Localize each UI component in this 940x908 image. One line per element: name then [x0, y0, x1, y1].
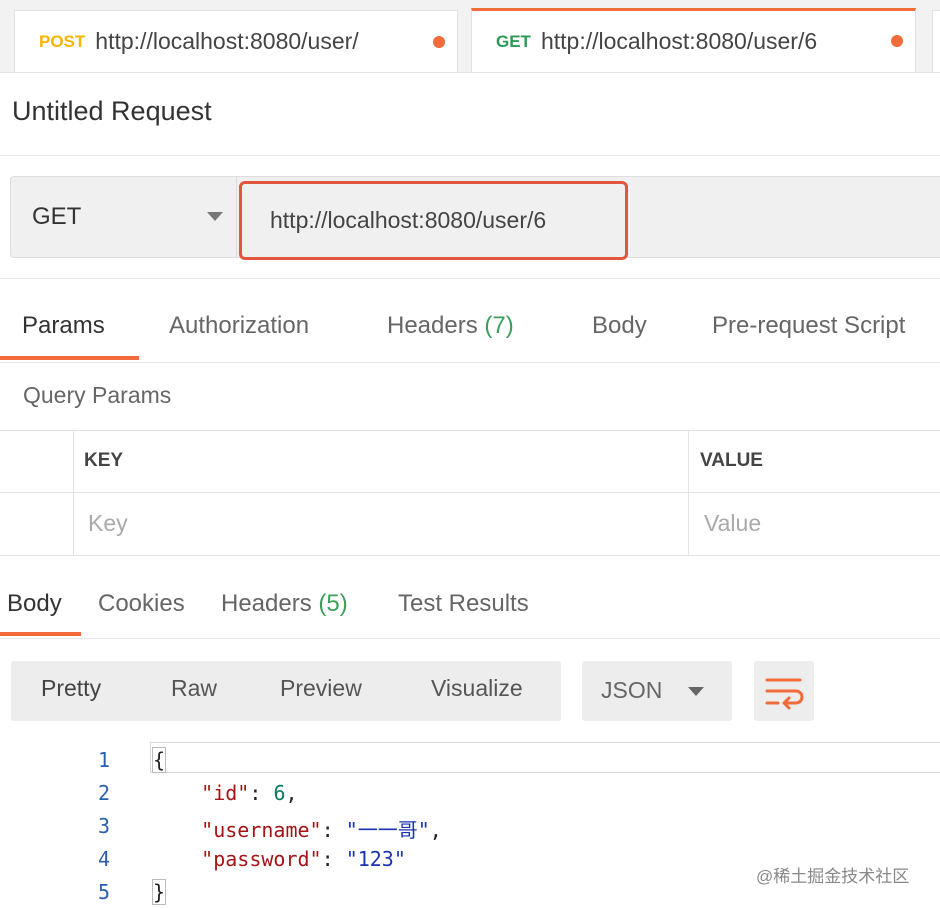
- request-tab-post[interactable]: POST http://localhost:8080/user/: [14, 10, 458, 72]
- request-tab-partial[interactable]: [932, 10, 940, 72]
- unsaved-dot-icon: [433, 36, 445, 48]
- tab-response-headers[interactable]: Headers (5): [221, 590, 348, 618]
- method-select[interactable]: GET: [10, 176, 236, 258]
- request-title[interactable]: Untitled Request: [12, 96, 212, 127]
- divider: [688, 430, 689, 556]
- key-column-header: KEY: [84, 450, 124, 471]
- active-tab-underline: [0, 632, 81, 636]
- method-select-label: GET: [32, 203, 82, 230]
- method-badge-get: GET: [496, 31, 531, 51]
- json-key: "id": [201, 781, 250, 805]
- response-headers-count: (5): [318, 590, 348, 617]
- line-number: 3: [97, 814, 110, 838]
- pretty-button[interactable]: Pretty: [41, 675, 101, 702]
- divider: [0, 430, 940, 431]
- view-mode-group: Pretty Raw Preview Visualize: [11, 661, 561, 721]
- tab-params[interactable]: Params: [22, 312, 105, 340]
- wrap-lines-icon: [765, 678, 804, 710]
- headers-count: (7): [484, 312, 514, 339]
- json-key: "password": [201, 847, 322, 871]
- query-params-table: KEY VALUE Key Value: [0, 430, 940, 556]
- code-text: "username": "一一哥",: [201, 818, 442, 842]
- tab-headers-label: Headers: [387, 312, 478, 339]
- close-brace: }: [151, 879, 167, 905]
- tab-test-results[interactable]: Test Results: [398, 590, 529, 618]
- format-select[interactable]: JSON: [582, 661, 732, 721]
- divider: [0, 638, 940, 639]
- tab-pre-request-script[interactable]: Pre-request Script: [712, 312, 905, 340]
- tab-response-headers-label: Headers: [221, 590, 312, 617]
- divider: [0, 492, 940, 493]
- request-tab-get[interactable]: GET http://localhost:8080/user/6: [471, 8, 916, 72]
- line-number: 4: [97, 847, 110, 871]
- json-key: "username": [201, 818, 322, 842]
- tab-authorization[interactable]: Authorization: [169, 312, 309, 340]
- visualize-button[interactable]: Visualize: [431, 675, 523, 702]
- method-badge-post: POST: [39, 31, 86, 51]
- format-select-label: JSON: [601, 677, 663, 703]
- code-text: "password": "123": [201, 847, 406, 871]
- line-number: 2: [97, 781, 110, 805]
- tab-headers[interactable]: Headers (7): [387, 312, 514, 340]
- current-line-highlight: [150, 742, 940, 773]
- code-text: {: [151, 747, 167, 773]
- code-text: }: [151, 879, 167, 905]
- divider: [0, 278, 940, 279]
- chevron-down-icon: [207, 212, 223, 221]
- code-line: 2 "id": 6,: [0, 775, 940, 808]
- tab-response-body[interactable]: Body: [7, 590, 62, 618]
- tab-body[interactable]: Body: [592, 312, 647, 340]
- raw-button[interactable]: Raw: [171, 675, 217, 702]
- preview-button[interactable]: Preview: [280, 675, 362, 702]
- active-tab-underline: [0, 356, 139, 360]
- watermark: @稀土掘金技术社区: [756, 867, 910, 886]
- json-value: "123": [345, 847, 406, 871]
- line-number: 5: [97, 880, 110, 904]
- line-number: 1: [97, 748, 110, 772]
- divider: [0, 555, 940, 556]
- value-column-header: VALUE: [700, 450, 763, 471]
- divider: [236, 176, 237, 258]
- divider: [0, 155, 940, 156]
- code-line: 1 {: [0, 742, 940, 775]
- query-params-label: Query Params: [23, 382, 172, 408]
- request-tab-bar: POST http://localhost:8080/user/ GET htt…: [0, 0, 940, 73]
- chevron-down-icon: [688, 687, 704, 696]
- divider: [0, 362, 940, 363]
- json-value: "一一哥": [345, 818, 430, 842]
- request-subtabs: Params Authorization Headers (7) Body Pr…: [0, 300, 940, 362]
- wrap-lines-button[interactable]: [754, 661, 814, 721]
- unsaved-dot-icon: [891, 35, 903, 47]
- divider: [73, 430, 74, 556]
- tab-cookies[interactable]: Cookies: [98, 590, 185, 618]
- request-tab-url: http://localhost:8080/user/6: [540, 28, 818, 54]
- json-value: 6: [273, 781, 286, 805]
- open-brace: {: [151, 747, 167, 773]
- key-input[interactable]: Key: [88, 510, 128, 537]
- request-tab-url: http://localhost:8080/user/: [95, 28, 359, 54]
- value-input[interactable]: Value: [704, 510, 761, 537]
- code-text: "id": 6,: [201, 781, 298, 805]
- code-line: 3 "username": "一一哥",: [0, 808, 940, 842]
- response-tabs: Body Cookies Headers (5) Test Results: [0, 576, 940, 638]
- url-input[interactable]: [239, 181, 628, 260]
